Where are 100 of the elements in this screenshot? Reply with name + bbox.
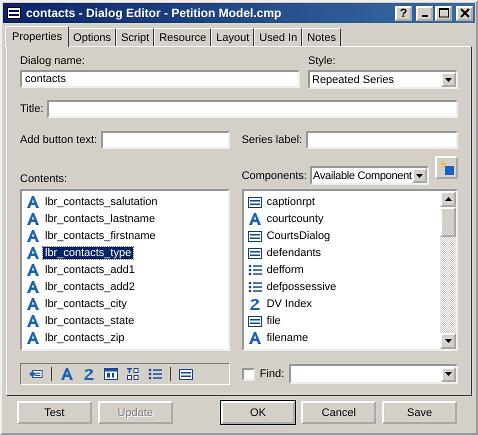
- field-label: Title:: [20, 103, 44, 115]
- list-box-icon[interactable]: [179, 367, 193, 381]
- letter-a-icon: [26, 280, 40, 294]
- style-dropdown[interactable]: Repeated Series: [308, 70, 458, 89]
- scroll-down-icon: [444, 339, 452, 343]
- tab[interactable]: Layout: [211, 28, 254, 46]
- list-box-icon: [248, 246, 262, 260]
- dropdown-arrow-icon: [416, 174, 423, 178]
- dialog-button[interactable]: OK: [220, 401, 296, 424]
- item-label: lbr_contacts_salutation: [44, 196, 159, 208]
- tab[interactable]: Used In: [254, 28, 302, 46]
- letter-a-icon[interactable]: [60, 367, 74, 381]
- list-item[interactable]: courtcounty: [246, 210, 438, 227]
- list-item[interactable]: file: [246, 312, 438, 329]
- tab[interactable]: Properties: [5, 26, 70, 47]
- item-label: courtcounty: [266, 212, 324, 224]
- title-field[interactable]: [47, 100, 458, 118]
- item-label: defpossessive: [266, 280, 338, 292]
- list-item[interactable]: lbr_contacts_city: [24, 295, 226, 312]
- maximize-button[interactable]: [435, 6, 452, 20]
- close-button[interactable]: [456, 6, 473, 20]
- list-box-icon: [248, 228, 262, 242]
- list-item[interactable]: defform: [246, 261, 438, 278]
- window-title: contacts - Dialog Editor - Petition Model.cmp: [26, 6, 282, 20]
- series-label-field[interactable]: [306, 131, 458, 149]
- list-item[interactable]: filename: [246, 329, 438, 346]
- letter-a-icon: [26, 330, 40, 344]
- item-label: defendants: [266, 246, 322, 258]
- dialog-button[interactable]: Cancel: [301, 401, 376, 424]
- list-box-icon: [248, 314, 262, 328]
- letter-a-icon: [26, 194, 40, 208]
- number-icon: [248, 296, 262, 310]
- letter-a-icon: [248, 330, 262, 344]
- field-label: Components:: [242, 170, 307, 182]
- tab[interactable]: Notes: [302, 28, 341, 46]
- letter-a-icon: [26, 212, 40, 226]
- item-label: lbr_contacts_type: [43, 246, 134, 258]
- dialog-button[interactable]: Save: [382, 401, 457, 424]
- item-label: DV Index: [266, 298, 313, 310]
- number-icon[interactable]: [82, 367, 96, 381]
- close-icon: [460, 8, 470, 18]
- list-item[interactable]: lbr_contacts_add2: [24, 278, 226, 295]
- letter-a-icon: [26, 262, 40, 276]
- item-label: lbr_contacts_firstname: [44, 230, 157, 242]
- list-item[interactable]: lbr_contacts_salutation: [24, 193, 226, 210]
- list-item[interactable]: captionrpt: [246, 193, 438, 210]
- tab[interactable]: Script: [116, 28, 154, 46]
- find-checkbox[interactable]: [242, 368, 255, 380]
- list-item[interactable]: defpossessive: [246, 278, 438, 295]
- scroll-thumb[interactable]: [440, 207, 456, 237]
- list-box-icon: [248, 194, 262, 208]
- bullet-list-icon[interactable]: [148, 367, 162, 381]
- list-item[interactable]: lbr_contacts_type: [24, 244, 226, 261]
- item-label: lbr_contacts_add2: [44, 280, 136, 292]
- list-item[interactable]: DV Index: [246, 295, 438, 312]
- new-component-button[interactable]: [435, 156, 458, 179]
- letter-a-icon: [26, 296, 40, 310]
- window-icon: [7, 7, 21, 19]
- find-dropdown[interactable]: [289, 364, 458, 384]
- list-item[interactable]: lbr_contacts_firstname: [24, 227, 226, 244]
- item-label: filename: [266, 332, 310, 344]
- text-fields-icon[interactable]: [126, 367, 140, 381]
- item-label: lbr_contacts_add1: [44, 264, 136, 276]
- item-label: lbr_contacts_zip: [44, 332, 126, 344]
- list-item[interactable]: lbr_contacts_add1: [24, 261, 226, 278]
- scrollbar[interactable]: [440, 191, 456, 349]
- list-item[interactable]: lbr_contacts_state: [24, 312, 226, 329]
- list-item[interactable]: CourtsDialog: [246, 227, 438, 244]
- field-label: Contents:: [20, 173, 68, 185]
- sparkle-square-icon: [438, 160, 454, 176]
- dialog-name-field[interactable]: contacts: [20, 70, 300, 88]
- item-label: CourtsDialog: [266, 230, 332, 242]
- field-label: Find:: [260, 368, 284, 380]
- item-label: lbr_contacts_lastname: [44, 212, 156, 224]
- form-icon[interactable]: [29, 367, 43, 381]
- field-label: Add button text:: [20, 134, 98, 146]
- dropdown-arrow-icon: [445, 78, 452, 82]
- tab[interactable]: Resource: [154, 28, 212, 46]
- bullet-list-icon: [248, 280, 262, 294]
- bullet-list-icon: [248, 262, 262, 276]
- dialog-button[interactable]: Test: [17, 401, 92, 424]
- item-label: file: [266, 314, 282, 326]
- list-item[interactable]: lbr_contacts_zip: [24, 329, 226, 346]
- letter-a-icon: [26, 314, 40, 328]
- field-label: Style:: [308, 55, 337, 67]
- list-item[interactable]: defendants: [246, 244, 438, 261]
- item-label: lbr_contacts_state: [44, 314, 136, 326]
- components-dropdown[interactable]: Available Component: [310, 166, 429, 185]
- letter-a-icon: [26, 246, 40, 260]
- maximize-icon: [438, 8, 448, 18]
- letter-a-icon: [248, 212, 262, 226]
- field-label: Dialog name:: [20, 55, 86, 67]
- tab[interactable]: Options: [68, 28, 116, 46]
- list-item[interactable]: lbr_contacts_lastname: [24, 210, 226, 227]
- minimize-button[interactable]: [416, 6, 433, 20]
- scroll-up-icon: [444, 197, 452, 201]
- add-button-text-field[interactable]: [101, 131, 230, 149]
- help-button[interactable]: ?: [395, 6, 412, 20]
- calendar-icon[interactable]: [104, 367, 118, 381]
- item-label: defform: [266, 264, 305, 276]
